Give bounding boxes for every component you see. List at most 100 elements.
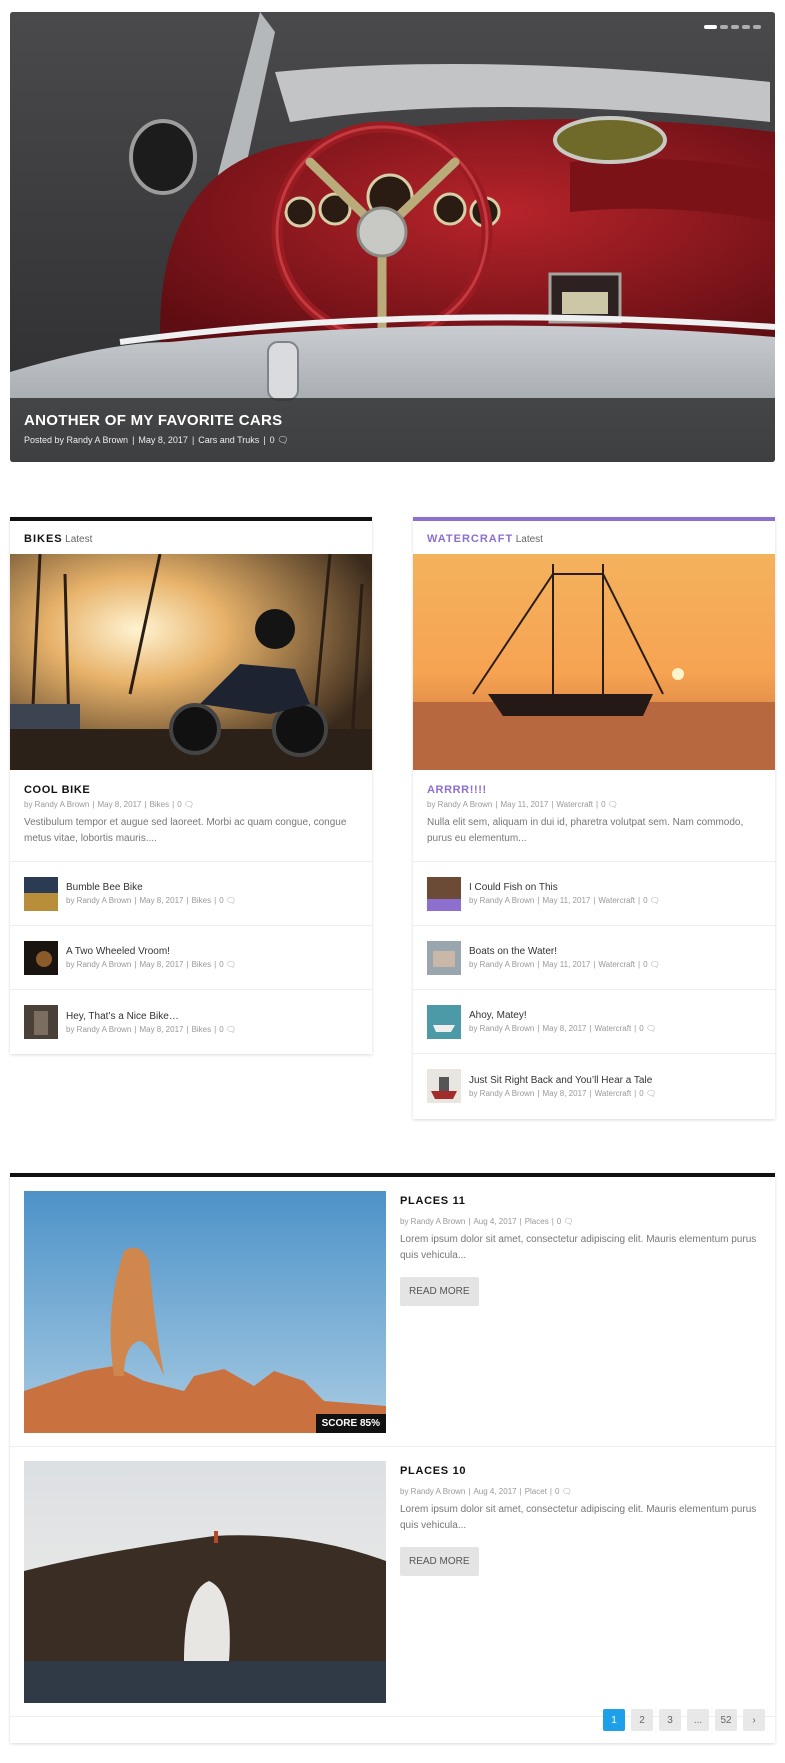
- featured-image[interactable]: [413, 554, 775, 770]
- post-thumbnail[interactable]: [24, 876, 58, 911]
- bikes-card: BIKES Latest COOL BIKE by Randy A Brown |…: [10, 517, 372, 1054]
- post-comments[interactable]: 0: [601, 800, 605, 809]
- post-title[interactable]: COOL BIKE: [24, 784, 358, 796]
- post-comments[interactable]: 0: [177, 800, 181, 809]
- post-category[interactable]: Bikes: [192, 1025, 212, 1034]
- list-item[interactable]: Bumble Bee Bike by Randy A Brown | May 8, …: [10, 862, 372, 926]
- list-item[interactable]: Just Sit Right Back and You’ll Hear a Ta…: [413, 1054, 775, 1118]
- list-item-title[interactable]: Hey, That’s a Nice Bike…: [66, 1011, 236, 1022]
- post-comments[interactable]: 0: [643, 896, 647, 905]
- post-author[interactable]: by Randy A Brown: [427, 800, 492, 809]
- post-meta: by Randy A Brown | May 11, 2017 | Watercraft…: [469, 896, 660, 905]
- post-date: May 8, 2017: [542, 1024, 587, 1033]
- post-author[interactable]: by Randy A Brown: [66, 1025, 131, 1034]
- post-category[interactable]: Bikes: [150, 800, 170, 809]
- list-item[interactable]: A Two Wheeled Vroom! by Randy A Brown | Ma…: [10, 926, 372, 990]
- post-comments[interactable]: 0: [219, 1025, 223, 1034]
- hero-comments[interactable]: 0: [270, 435, 275, 445]
- post-thumbnail[interactable]: [427, 1069, 461, 1103]
- list-item-title[interactable]: Bumble Bee Bike: [66, 882, 236, 893]
- post-comments[interactable]: 0: [219, 960, 223, 969]
- post-image[interactable]: [24, 1461, 386, 1703]
- post-author[interactable]: by Randy A Brown: [400, 1217, 465, 1226]
- post-comments[interactable]: 0: [639, 1089, 643, 1098]
- post-comments[interactable]: 0: [557, 1217, 561, 1226]
- post-comments[interactable]: 0: [219, 896, 223, 905]
- post-author[interactable]: by Randy A Brown: [24, 800, 89, 809]
- post-date: May 11, 2017: [500, 800, 549, 809]
- read-more-button[interactable]: READ MORE: [400, 1547, 479, 1576]
- post-title[interactable]: PLACES 11: [400, 1195, 760, 1207]
- post-author[interactable]: by Randy A Brown: [469, 896, 534, 905]
- post-category[interactable]: Watercraft: [598, 896, 635, 905]
- post-author[interactable]: by Randy A Brown: [469, 1089, 534, 1098]
- page-button-2[interactable]: 2: [631, 1709, 653, 1731]
- post-comments[interactable]: 0: [639, 1024, 643, 1033]
- post-category[interactable]: Placet: [525, 1487, 547, 1496]
- hero-slider[interactable]: ANOTHER OF MY FAVORITE CARS Posted by Ra…: [10, 12, 775, 462]
- post-author[interactable]: by Randy A Brown: [469, 1024, 534, 1033]
- post-thumbnail[interactable]: [427, 1004, 461, 1039]
- post-category[interactable]: Watercraft: [595, 1024, 632, 1033]
- hero-author[interactable]: Posted by Randy A Brown: [24, 435, 128, 445]
- post-title[interactable]: ARRRR!!!!: [427, 784, 761, 796]
- post-category[interactable]: Watercraft: [556, 800, 593, 809]
- post-excerpt: Lorem ipsum dolor sit amet, consectetur …: [400, 1504, 757, 1531]
- post-author[interactable]: by Randy A Brown: [469, 960, 534, 969]
- hero-title[interactable]: ANOTHER OF MY FAVORITE CARS: [24, 412, 761, 429]
- slider-dot[interactable]: [753, 25, 761, 29]
- slider-dot[interactable]: [704, 25, 717, 29]
- post-thumbnail[interactable]: [24, 1005, 58, 1039]
- slider-dot[interactable]: [720, 25, 728, 29]
- read-more-button[interactable]: READ MORE: [400, 1277, 479, 1306]
- post-title[interactable]: PLACES 10: [400, 1465, 760, 1477]
- comment-icon: 🗨: [645, 1024, 657, 1033]
- list-item[interactable]: Boats on the Water! by Randy A Brown | May…: [413, 926, 775, 990]
- category-title[interactable]: BIKES: [24, 533, 63, 545]
- page-button-3[interactable]: 3: [659, 1709, 681, 1731]
- post-author[interactable]: by Randy A Brown: [66, 960, 131, 969]
- list-item-title[interactable]: A Two Wheeled Vroom!: [66, 946, 236, 957]
- post-comments[interactable]: 0: [643, 960, 647, 969]
- comment-icon: 🗨: [607, 800, 618, 809]
- score-badge: SCORE 85%: [315, 1414, 386, 1433]
- post-meta: by Randy A Brown | May 11, 2017 | Watercraft…: [427, 800, 618, 809]
- slider-dot[interactable]: [731, 25, 739, 29]
- page-button-1[interactable]: 1: [603, 1709, 625, 1731]
- slider-dot[interactable]: [742, 25, 750, 29]
- latest-label: Latest: [515, 534, 543, 545]
- list-item-title[interactable]: I Could Fish on This: [469, 882, 660, 893]
- list-item-title[interactable]: Ahoy, Matey!: [469, 1010, 656, 1021]
- post-thumbnail[interactable]: [427, 876, 461, 911]
- post-category[interactable]: Bikes: [192, 896, 212, 905]
- post-meta: by Randy A Brown | May 11, 2017 | Watercraft…: [469, 960, 660, 969]
- page-button-52[interactable]: 52: [715, 1709, 737, 1731]
- featured-image[interactable]: [10, 554, 372, 770]
- post-category[interactable]: Bikes: [192, 960, 212, 969]
- list-item[interactable]: Hey, That’s a Nice Bike… by Randy A Brow…: [10, 990, 372, 1054]
- post-image[interactable]: SCORE 85%: [24, 1191, 386, 1433]
- list-item[interactable]: Ahoy, Matey! by Randy A Brown | May 8, 201…: [413, 990, 775, 1054]
- post-date: May 11, 2017: [542, 896, 591, 905]
- rock-arch-image: [24, 1191, 386, 1433]
- post-comments[interactable]: 0: [555, 1487, 559, 1496]
- hero-category[interactable]: Cars and Truks: [198, 435, 259, 445]
- post-category[interactable]: Watercraft: [595, 1089, 632, 1098]
- post-thumbnail[interactable]: [427, 940, 461, 975]
- post-excerpt: Vestibulum tempor et augue sed laoreet. …: [24, 817, 347, 844]
- post-author[interactable]: by Randy A Brown: [400, 1487, 465, 1496]
- post-category[interactable]: Places: [525, 1217, 549, 1226]
- post-date: May 8, 2017: [97, 800, 142, 809]
- category-title[interactable]: WATERCRAFT: [427, 533, 513, 545]
- post-category[interactable]: Watercraft: [598, 960, 635, 969]
- list-item-title[interactable]: Just Sit Right Back and You’ll Hear a Ta…: [469, 1075, 656, 1086]
- list-item-title[interactable]: Boats on the Water!: [469, 946, 660, 957]
- card-header: BIKES Latest: [10, 521, 372, 554]
- slider-dots[interactable]: [704, 25, 761, 29]
- comment-icon: 🗨: [277, 435, 289, 445]
- post-date: May 8, 2017: [139, 960, 184, 969]
- post-thumbnail[interactable]: [24, 940, 58, 975]
- next-page-button[interactable]: ›: [743, 1709, 765, 1731]
- list-item[interactable]: I Could Fish on This by Randy A Brown | Ma…: [413, 862, 775, 926]
- post-author[interactable]: by Randy A Brown: [66, 896, 131, 905]
